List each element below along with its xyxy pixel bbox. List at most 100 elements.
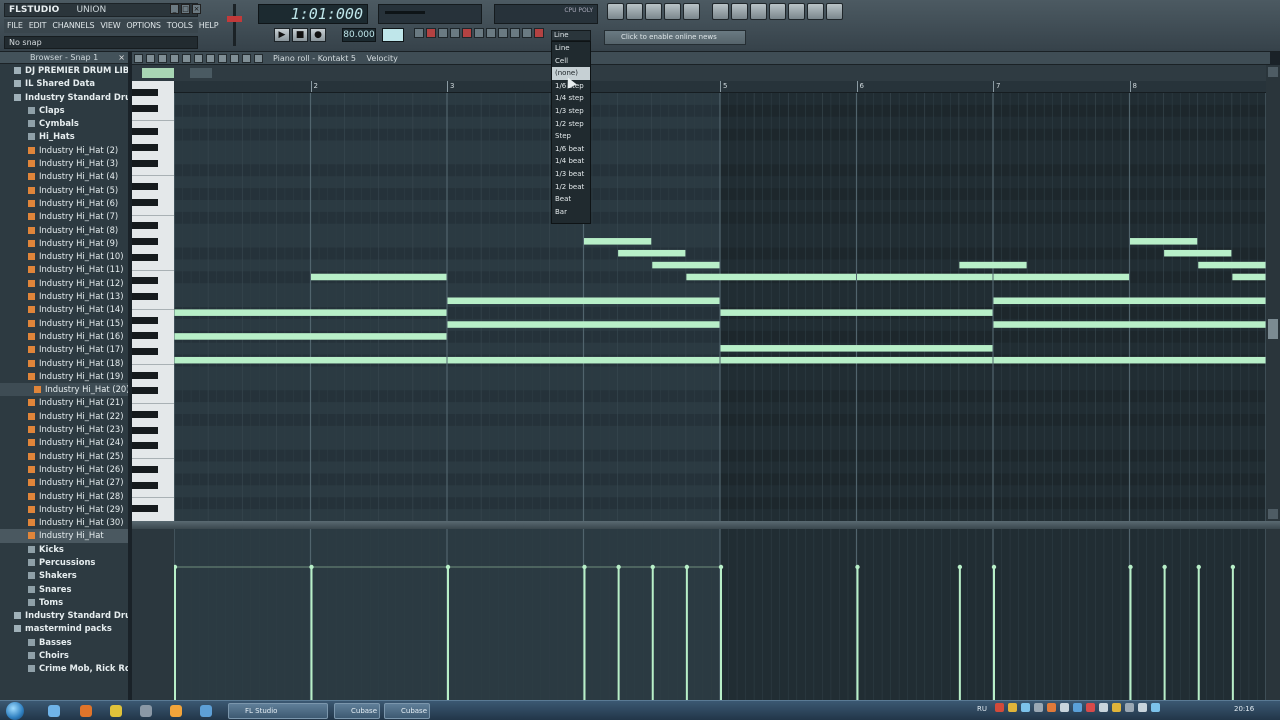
note[interactable] [447,321,720,328]
browser-file[interactable]: Industry Hi_Hat (14) [0,303,128,316]
online-news-bar[interactable]: Click to enable online news [604,30,746,45]
cut-icon[interactable] [769,3,786,20]
tool-icon[interactable] [450,28,460,38]
play-button[interactable]: ▶ [274,28,290,42]
browser-file[interactable]: Industry Hi_Hat (9) [0,237,128,250]
black-key[interactable] [132,277,158,285]
browser-file[interactable]: Industry Hi_Hat (8) [0,224,128,237]
browser-file[interactable]: Industry Hi_Hat (23) [0,423,128,436]
browser-file[interactable]: Industry Hi_Hat (25) [0,450,128,463]
browser-file[interactable]: Industry Hi_Hat (26) [0,463,128,476]
browser-folder[interactable]: Percussions [0,556,128,569]
velocity-handle[interactable] [1230,564,1236,570]
black-key[interactable] [132,466,158,473]
tempo-tap-icon[interactable] [712,3,729,20]
note[interactable] [311,273,447,281]
browser-file[interactable]: Industry Hi_Hat (30) [0,516,128,529]
tool-icon[interactable] [498,28,508,38]
snap-option[interactable]: 1/2 step [552,118,590,131]
black-key[interactable] [132,238,158,246]
note[interactable] [1232,273,1266,281]
browser-folder[interactable]: Kicks [0,543,128,556]
tray-icon[interactable] [1073,703,1082,712]
snap-option[interactable]: Cell [552,55,590,68]
velocity-scrollbar[interactable] [1266,529,1280,700]
black-key[interactable] [132,293,158,301]
close-icon[interactable]: × [192,4,201,14]
tray-icon[interactable] [1060,703,1069,712]
browser-folder[interactable]: Snares [0,583,128,596]
velocity-handle[interactable] [1196,564,1201,570]
snap-option[interactable]: 1/3 step [552,105,590,118]
browser-folder[interactable]: Crime Mob, Rick Ross... [0,662,128,675]
browser-file[interactable]: Industry Hi_Hat (4) [0,170,128,183]
scroll-up-icon[interactable] [1268,67,1278,77]
piano-roll-icon[interactable] [645,3,662,20]
browser-folder[interactable]: Claps [0,104,128,117]
browser-folder[interactable]: IL Shared Data [0,77,128,90]
snap-option[interactable]: 1/6 beat [552,143,590,156]
app-icon[interactable] [200,705,212,717]
tool-icon[interactable] [534,28,544,38]
pencil-icon[interactable] [158,54,167,63]
black-key[interactable] [132,183,158,191]
timeline-ruler[interactable]: 2345678 [174,81,1266,93]
note[interactable] [993,297,1266,305]
velocity-handle[interactable] [309,564,314,570]
browser-folder[interactable]: Choirs [0,649,128,662]
browser-file[interactable]: Industry Hi_Hat (24) [0,436,128,449]
browser-file[interactable]: Industry Hi_Hat (19) [0,370,128,383]
note[interactable] [618,249,686,257]
help-icon[interactable] [826,3,843,20]
disk-icon[interactable] [750,3,767,20]
menu-file[interactable]: FILE [4,19,26,33]
song-position-display[interactable]: 1:01:000 [258,4,368,24]
piano-roll-target[interactable]: Piano roll - Kontakt 5 [273,54,356,63]
master-volume-fader[interactable] [222,2,248,48]
menu-edit[interactable]: EDIT [26,19,50,33]
browser-icon[interactable] [664,3,681,20]
browser-file[interactable]: Industry Hi_Hat (17) [0,343,128,356]
slice-icon[interactable] [206,54,215,63]
black-key[interactable] [132,426,158,434]
app-title-bar[interactable]: FLSTUDIO UNION [4,3,198,17]
browser-file[interactable]: Industry Hi_Hat (20) [0,383,128,397]
velocity-handle[interactable] [1162,564,1167,570]
note[interactable] [857,273,993,281]
save-icon[interactable] [807,3,824,20]
black-key[interactable] [132,222,158,230]
taskbar-flstudio[interactable]: FL Studio [228,703,328,719]
black-key[interactable] [132,316,158,324]
velocity-handle[interactable] [582,564,587,570]
delete-icon[interactable] [182,54,191,63]
velocity-handle[interactable] [957,564,963,570]
note[interactable] [993,356,1266,364]
black-key[interactable] [132,505,158,513]
browser-file[interactable]: Industry Hi_Hat (27) [0,476,128,489]
black-key[interactable] [132,411,158,418]
tray-icon[interactable] [1047,703,1056,712]
tray-icon[interactable] [1021,703,1030,712]
velocity-handle[interactable] [445,564,451,570]
firefox-icon[interactable] [80,705,92,717]
metronome-icon[interactable] [462,28,472,38]
maximize-icon[interactable]: □ [181,4,190,14]
note[interactable] [652,261,720,269]
browser-folder[interactable]: DJ PREMIER DRUM LIBR... [0,64,128,77]
browser-folder[interactable]: Industry Standard Drum ... [0,609,128,622]
tool-icon[interactable] [486,28,496,38]
zoom-icon[interactable] [230,54,239,63]
browser-file[interactable]: Industry Hi_Hat (15) [0,317,128,330]
horizontal-scrollbar[interactable] [132,65,1270,81]
note[interactable] [584,238,652,245]
velocity-editor[interactable] [174,529,1266,700]
note[interactable] [174,333,447,340]
close-icon[interactable]: × [118,52,125,63]
menu-arrow-icon[interactable] [134,54,143,63]
velocity-handle[interactable] [718,564,724,570]
playback-icon[interactable] [242,54,251,63]
pattern-selector[interactable] [382,28,404,42]
black-key[interactable] [132,159,158,167]
browser-file[interactable]: Industry Hi_Hat (7) [0,210,128,223]
black-key[interactable] [132,371,158,379]
